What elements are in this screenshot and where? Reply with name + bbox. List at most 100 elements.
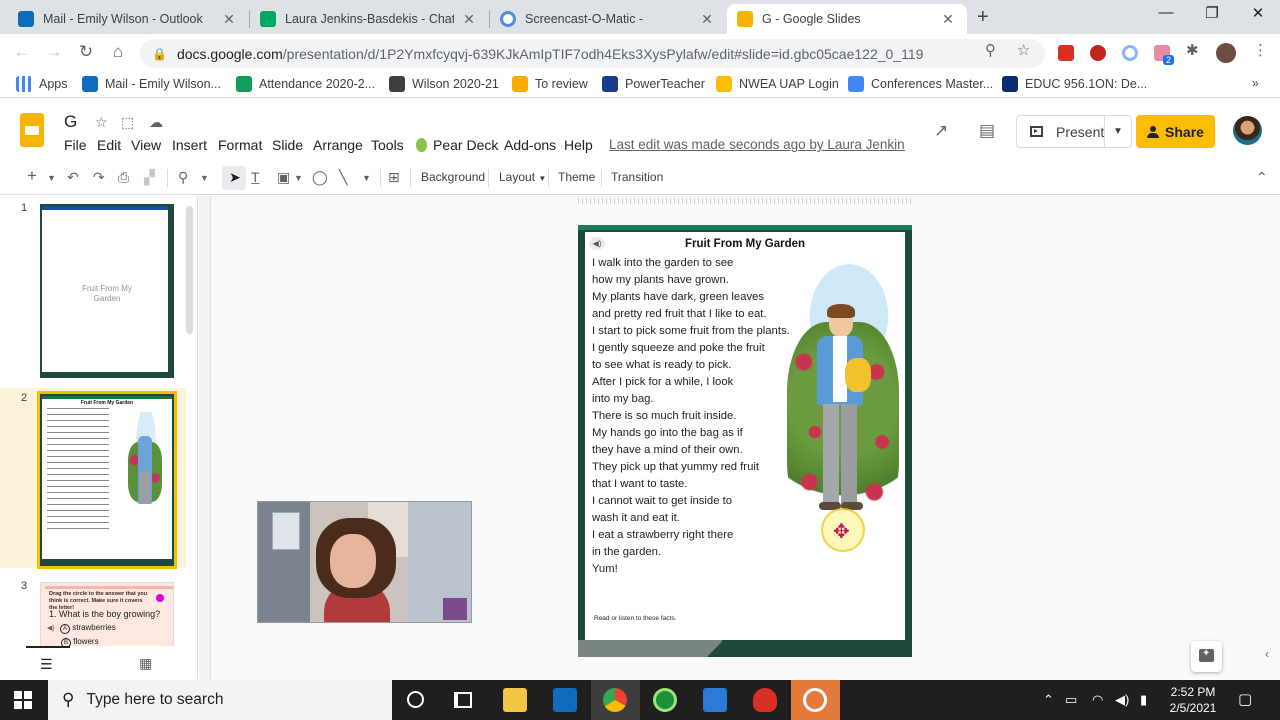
chrome-app-icon[interactable] <box>603 688 627 712</box>
select-arrow-icon[interactable]: ➤ <box>229 169 241 186</box>
present-dropdown-icon[interactable]: ▼ <box>1104 116 1131 147</box>
image-icon[interactable]: ▣ <box>277 169 290 186</box>
collapse-toolbar-icon[interactable]: ⌃ <box>1256 169 1268 186</box>
menu-insert[interactable]: Insert <box>172 137 207 153</box>
slide-thumbnail-1[interactable]: Fruit From My Garden <box>40 204 174 378</box>
add-comment-icon[interactable]: ⊞ <box>388 169 400 186</box>
notifications-icon[interactable]: ▢ <box>1238 690 1252 708</box>
present-button[interactable]: Present ▼ <box>1016 115 1132 148</box>
webcam-overlay[interactable] <box>257 501 472 623</box>
new-tab-button[interactable]: + <box>977 6 989 29</box>
new-slide-dropdown-icon[interactable]: ▼ <box>47 173 56 183</box>
text-box-icon[interactable]: T̲ <box>251 169 260 185</box>
current-slide[interactable]: ◀) Fruit From My Garden I walk into the … <box>578 225 912 657</box>
show-hidden-icons[interactable]: ⌃ <box>1043 692 1054 708</box>
reload-button[interactable]: ↻ <box>75 42 97 62</box>
background-button[interactable]: Background <box>421 170 485 184</box>
wifi-icon[interactable]: ◠ <box>1092 692 1103 708</box>
shape-icon[interactable]: ◯ <box>312 169 328 186</box>
slides-logo-icon[interactable] <box>20 113 44 147</box>
bookmark-to-review[interactable]: To review <box>512 76 588 92</box>
document-title[interactable]: G <box>64 112 77 132</box>
bookmark-educ[interactable]: EDUC 956.1ON: De... <box>1002 76 1147 92</box>
restore-button[interactable]: ❐ <box>1189 4 1235 22</box>
minimize-button[interactable]: — <box>1143 4 1189 21</box>
bookmark-nwea[interactable]: NWEA UAP Login <box>716 76 839 92</box>
bookmarks-overflow-icon[interactable]: » <box>1252 76 1259 90</box>
poem-text[interactable]: I walk into the garden to see how my pla… <box>592 255 790 578</box>
windows-start-icon[interactable] <box>14 691 32 709</box>
redo-icon[interactable]: ↷ <box>93 169 105 186</box>
close-icon[interactable]: ✕ <box>460 11 478 28</box>
volume-icon[interactable]: ◀) <box>1115 692 1129 708</box>
close-window-button[interactable]: ✕ <box>1235 4 1280 22</box>
menu-help[interactable]: Help <box>564 137 593 153</box>
filmstrip-scrollbar[interactable] <box>186 206 193 334</box>
bookmark-conferences[interactable]: Conferences Master... <box>848 76 993 92</box>
cortana-icon[interactable] <box>407 691 424 708</box>
recorder-app-icon[interactable] <box>753 688 777 712</box>
star-icon[interactable]: ☆ <box>95 114 108 131</box>
photos-app-icon[interactable] <box>703 688 727 712</box>
account-avatar[interactable] <box>1233 116 1262 145</box>
grid-view-icon[interactable]: ▦ <box>139 655 152 672</box>
menu-tools[interactable]: Tools <box>371 137 404 153</box>
paint-format-icon[interactable]: ▞ <box>144 169 155 186</box>
profile-avatar[interactable] <box>1216 43 1236 63</box>
omnibox[interactable]: 🔒 docs.google.com/presentation/d/1P2Ymxf… <box>140 39 1045 68</box>
adblock-extension-icon[interactable] <box>1090 45 1106 61</box>
zoom-dropdown-icon[interactable]: ▼ <box>200 173 209 183</box>
move-folder-icon[interactable]: ⬚ <box>121 114 134 131</box>
close-icon[interactable]: ✕ <box>939 11 957 28</box>
zoom-icon[interactable]: ⚲ <box>985 41 996 59</box>
home-icon[interactable]: ⌂ <box>107 42 129 62</box>
list-view-icon[interactable]: ☰ <box>40 656 53 673</box>
file-explorer-icon[interactable] <box>503 688 527 712</box>
task-view-icon[interactable] <box>454 692 472 708</box>
menu-pear-deck[interactable]: Pear Deck <box>416 137 498 153</box>
screencast-extension-icon[interactable] <box>1122 45 1138 61</box>
menu-format[interactable]: Format <box>218 137 262 153</box>
close-icon[interactable]: ✕ <box>220 11 238 28</box>
share-button[interactable]: Share <box>1136 115 1215 148</box>
zoom-icon[interactable]: ⚲ <box>178 169 188 186</box>
bookmark-apps[interactable]: Apps <box>16 76 68 92</box>
screencast-app-icon[interactable] <box>803 688 827 712</box>
bookmark-star-icon[interactable]: ☆ <box>1017 41 1030 59</box>
snagit-app-icon[interactable] <box>653 688 677 712</box>
browser-tab-screencast[interactable]: Screencast-O-Matic - ✕ <box>490 4 726 34</box>
side-panel-toggle-icon[interactable]: ‹ <box>1265 647 1269 661</box>
outlook-app-icon[interactable] <box>553 688 577 712</box>
layout-button[interactable]: Layout ▼ <box>499 170 546 184</box>
undo-icon[interactable]: ↶ <box>67 169 79 186</box>
bookmark-wilson[interactable]: Wilson 2020-21 <box>389 76 499 92</box>
print-icon[interactable]: ⎙ <box>118 169 129 186</box>
more-menu-icon[interactable]: ⋮ <box>1253 41 1268 59</box>
slide-thumbnail-3[interactable]: Drag the circle to the answer that you t… <box>40 582 174 646</box>
slide-footer[interactable]: Read or listen to these facts. <box>594 615 676 622</box>
close-icon[interactable]: ✕ <box>698 11 716 28</box>
bookmark-powerteacher[interactable]: PowerTeacher <box>602 76 705 92</box>
taskbar-clock[interactable]: 2:52 PM 2/5/2021 <box>1160 684 1226 716</box>
pdf-extension-icon[interactable] <box>1058 45 1074 61</box>
theme-button[interactable]: Theme <box>558 170 595 184</box>
image-dropdown-icon[interactable]: ▼ <box>294 173 303 183</box>
line-icon[interactable]: ╲ <box>339 169 347 186</box>
activity-trend-icon[interactable]: ↗ <box>934 121 948 141</box>
bookmark-attendance[interactable]: Attendance 2020-2... <box>236 76 375 92</box>
menu-slide[interactable]: Slide <box>272 137 303 153</box>
forward-button[interactable]: → <box>43 42 65 62</box>
slide-title[interactable]: Fruit From My Garden <box>578 238 912 250</box>
menu-edit[interactable]: Edit <box>97 137 121 153</box>
browser-tab-outlook[interactable]: Mail - Emily Wilson - Outlook ✕ <box>8 4 248 34</box>
battery-icon[interactable]: ▭ <box>1065 692 1077 708</box>
menu-file[interactable]: File <box>64 137 87 153</box>
explore-button[interactable] <box>1191 641 1222 672</box>
taskbar-search-box[interactable]: ⚲ Type here to search <box>48 680 392 720</box>
url-text[interactable]: docs.google.com/presentation/d/1P2Ymxfcy… <box>177 46 923 62</box>
slide-thumbnail-2[interactable]: Fruit From My Garden <box>37 391 177 569</box>
last-edit-link[interactable]: Last edit was made seconds ago by Laura … <box>609 137 905 152</box>
puzzle-icon[interactable]: ✱ <box>1186 41 1199 59</box>
comments-icon[interactable]: ▤ <box>979 121 995 141</box>
browser-tab-slides[interactable]: G - Google Slides ✕ <box>727 4 967 34</box>
